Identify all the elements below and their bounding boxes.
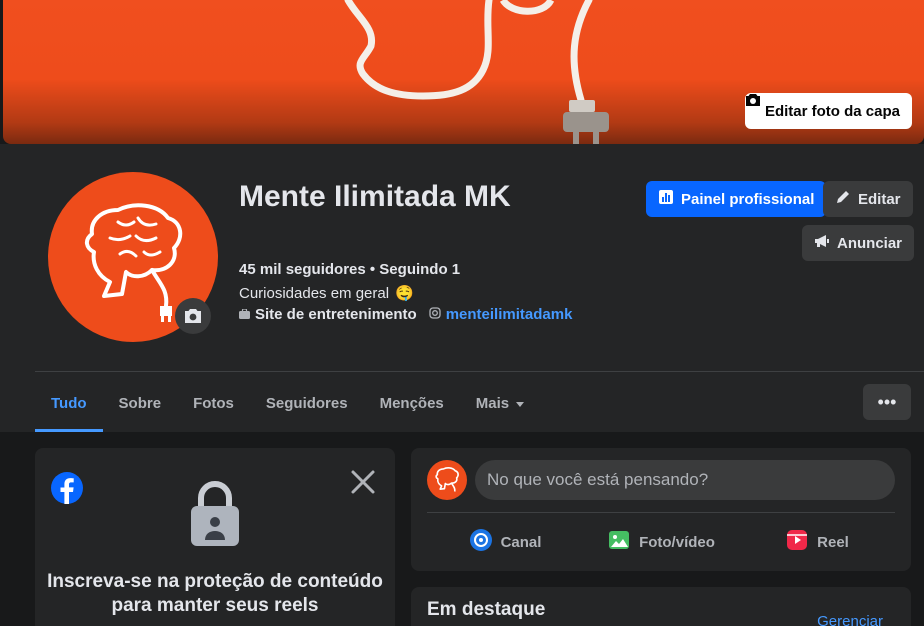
channel-icon (469, 528, 493, 556)
page-type-label: Site de entretenimento (255, 306, 417, 323)
content-protection-title: Inscreva-se na proteção de conteúdo para… (47, 571, 383, 616)
cover-photo[interactable]: Editar foto da capa (3, 0, 924, 144)
professional-dashboard-button[interactable]: Painel profissional (646, 181, 827, 217)
tab-more[interactable]: Mais (460, 374, 541, 432)
instagram-link[interactable]: menteilimitadamk (429, 306, 573, 323)
facebook-logo-icon (51, 472, 83, 509)
page-category: Curiosidades em geral 🤤 (239, 284, 414, 303)
photo-icon (607, 528, 631, 556)
drooling-emoji-icon: 🤤 (395, 285, 414, 302)
close-icon[interactable] (347, 466, 379, 498)
reel-button[interactable]: Reel (739, 522, 895, 562)
header-divider (35, 371, 924, 372)
tab-about[interactable]: Sobre (103, 374, 178, 432)
more-options-button[interactable]: ••• (863, 384, 911, 420)
post-input[interactable]: No que você está pensando? (475, 460, 895, 500)
profile-tabs: Tudo Sobre Fotos Seguidores Menções Mais (35, 374, 541, 432)
tab-mentions[interactable]: Menções (364, 374, 460, 432)
instagram-handle: menteilimitadamk (445, 306, 573, 323)
tab-photos[interactable]: Fotos (177, 374, 250, 432)
content-protection-card: Inscreva-se na proteção de conteúdo para… (35, 448, 395, 626)
professional-dashboard-label: Painel profissional (681, 190, 815, 208)
page-name: Mente Ilimitada MK (239, 180, 511, 213)
pencil-icon (835, 189, 851, 209)
megaphone-icon (814, 234, 830, 252)
advertise-button[interactable]: Anunciar (802, 225, 915, 261)
reel-icon (785, 528, 809, 556)
lock-icon (187, 480, 243, 553)
tab-followers[interactable]: Seguidores (250, 374, 364, 432)
highlights-title: Em destaque (427, 599, 546, 620)
composer-avatar[interactable] (427, 460, 467, 500)
caret-down-icon (515, 395, 525, 412)
followers-count[interactable]: 45 mil seguidores • Seguindo 1 (239, 261, 460, 278)
page-meta: Site de entretenimento menteilimitadamk (239, 306, 572, 323)
instagram-icon (429, 306, 441, 323)
channel-button[interactable]: Canal (427, 522, 583, 562)
edit-cover-button[interactable]: Editar foto da capa (744, 93, 912, 129)
post-composer: No que você está pensando? Canal Foto/ví… (411, 448, 911, 571)
edit-cover-label: Editar foto da capa (764, 102, 900, 120)
channel-label: Canal (500, 533, 542, 551)
briefcase-icon (239, 306, 250, 323)
edit-label: Editar (858, 190, 901, 208)
bar-chart-icon (658, 189, 674, 209)
composer-actions: Canal Foto/vídeo Reel (427, 522, 895, 562)
highlights-card: Em destaque Gerenciar (411, 587, 911, 626)
advertise-label: Anunciar (837, 234, 903, 252)
brain-logo-icon (435, 467, 459, 492)
manage-highlights-link[interactable]: Gerenciar (817, 613, 883, 626)
tab-all[interactable]: Tudo (35, 374, 103, 432)
photo-video-button[interactable]: Foto/vídeo (583, 522, 739, 562)
page-type: Site de entretenimento (239, 306, 417, 323)
reel-label: Reel (817, 533, 849, 551)
change-avatar-camera-icon[interactable] (175, 298, 211, 334)
composer-divider (427, 512, 895, 513)
edit-page-button[interactable]: Editar (823, 181, 913, 217)
category-text: Curiosidades em geral (239, 284, 390, 302)
photo-video-label: Foto/vídeo (639, 533, 715, 551)
